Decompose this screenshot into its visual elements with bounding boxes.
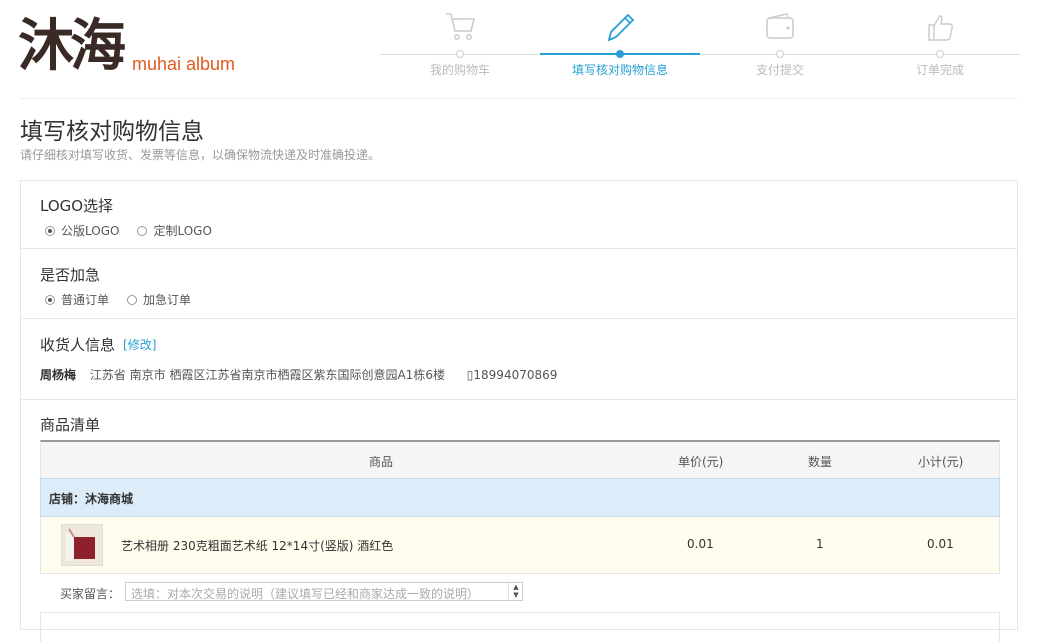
step-dot: [776, 50, 784, 58]
logo-radio-group: 公版LOGO 定制LOGO: [45, 222, 230, 239]
buyer-message-row: 买家留言： 选填：对本次交易的说明（建议填写已经和商家达成一致的说明） ▲ ▼: [40, 576, 1000, 606]
receiver-name: 周杨梅: [40, 368, 77, 382]
logo-text-cn: 沐海: [18, 13, 126, 79]
section-title: 是否加急: [40, 266, 101, 284]
next-store-box: [40, 612, 1000, 642]
page-title: 填写核对购物信息: [20, 119, 204, 145]
col-qty: 数量: [808, 455, 833, 469]
step-dot: [616, 50, 624, 58]
steps-track: [380, 54, 1020, 55]
shop-row: 店铺：沐海商城: [40, 478, 1000, 517]
step-dot: [456, 50, 464, 58]
modify-receiver-link[interactable]: [修改]: [123, 336, 156, 353]
header-divider: [20, 98, 1018, 99]
radio-button[interactable]: [127, 294, 138, 305]
step-label: 填写核对购物信息: [571, 63, 668, 77]
header: 沐海 muhai album 我的购物车 填写核对购物信息 支付提交 订单完成: [0, 0, 1048, 98]
col-price: 单价(元): [678, 455, 724, 469]
radio-button[interactable]: [45, 294, 55, 305]
wallet-icon: [700, 8, 860, 46]
product-price: 0.01: [687, 537, 714, 551]
receiver-phone: 18994070869: [473, 368, 558, 382]
product-name[interactable]: 艺术相册 230克粗面艺术纸 12*14寸(竖版) 酒红色: [121, 537, 393, 554]
receiver-header: 收货人信息 [修改]: [40, 334, 156, 355]
receiver-address-line: 周杨梅 江苏省 南京市 栖霞区江苏省南京市栖霞区紫东国际创意园A1栋6楼 ▯18…: [40, 366, 557, 383]
buyer-message-input[interactable]: 选填：对本次交易的说明（建议填写已经和商家达成一致的说明）: [125, 582, 523, 601]
shop-name: 店铺：沐海商城: [49, 492, 134, 506]
product-qty: 1: [816, 537, 824, 551]
thumbs-up-icon: [860, 8, 1020, 46]
col-product: 商品: [369, 455, 394, 469]
pencil-icon: [540, 8, 700, 46]
step-label: 我的购物车: [429, 63, 490, 77]
radio-urgent-order[interactable]: 加急订单: [127, 291, 191, 308]
section-title: 收货人信息: [40, 336, 116, 354]
logo-text-en: muhai album: [132, 54, 236, 74]
message-spinner[interactable]: ▲ ▼: [508, 583, 523, 600]
logo-select-section: LOGO选择 公版LOGO 定制LOGO: [20, 180, 1018, 249]
goods-table: 商品 单价(元) 数量 小计(元) 店铺：沐海商城 艺术相册 230克粗面艺术纸…: [40, 440, 1000, 642]
radio-label: 加急订单: [143, 293, 192, 307]
step-payment: 支付提交: [700, 8, 860, 77]
radio-normal-order[interactable]: 普通订单: [45, 291, 109, 308]
page-subtitle: 请仔细核对填写收货、发票等信息，以确保物流快递及时准确投递。: [20, 148, 381, 162]
urgent-radio-group: 普通订单 加急订单: [45, 291, 209, 308]
logo[interactable]: 沐海 muhai album: [18, 13, 235, 79]
step-label: 订单完成: [915, 63, 964, 77]
urgent-section: 是否加急 普通订单 加急订单: [20, 249, 1018, 319]
step-cart: 我的购物车: [380, 8, 540, 77]
section-title: 商品清单: [40, 416, 101, 434]
radio-custom-logo[interactable]: 定制LOGO: [137, 222, 212, 239]
step-fill-info: 填写核对购物信息: [540, 8, 700, 77]
table-row: 艺术相册 230克粗面艺术纸 12*14寸(竖版) 酒红色 0.01 1 0.0…: [40, 517, 1000, 574]
step-complete: 订单完成: [860, 8, 1020, 77]
radio-button[interactable]: [137, 225, 148, 236]
radio-public-logo[interactable]: 公版LOGO: [45, 222, 119, 239]
col-subtotal: 小计(元): [918, 455, 964, 469]
radio-label: 定制LOGO: [153, 224, 212, 238]
radio-label: 普通订单: [61, 293, 110, 307]
cart-icon: [380, 8, 540, 46]
step-dot: [936, 50, 944, 58]
radio-button[interactable]: [45, 225, 55, 236]
buyer-message-label: 买家留言：: [60, 587, 121, 601]
section-title: LOGO选择: [40, 197, 114, 215]
product-thumbnail[interactable]: [61, 524, 103, 566]
radio-label: 公版LOGO: [61, 224, 120, 238]
receiver-section: 收货人信息 [修改] 周杨梅 江苏省 南京市 栖霞区江苏省南京市栖霞区紫东国际创…: [20, 319, 1018, 400]
table-header: 商品 单价(元) 数量 小计(元): [40, 440, 1000, 478]
product-subtotal: 0.01: [927, 537, 954, 551]
step-label: 支付提交: [755, 63, 804, 77]
goods-section: 商品清单 商品 单价(元) 数量 小计(元) 店铺：沐海商城 艺术相册 230克…: [20, 400, 1018, 642]
receiver-address: 江苏省 南京市 栖霞区江苏省南京市栖霞区紫东国际创意园A1栋6楼: [89, 368, 445, 382]
